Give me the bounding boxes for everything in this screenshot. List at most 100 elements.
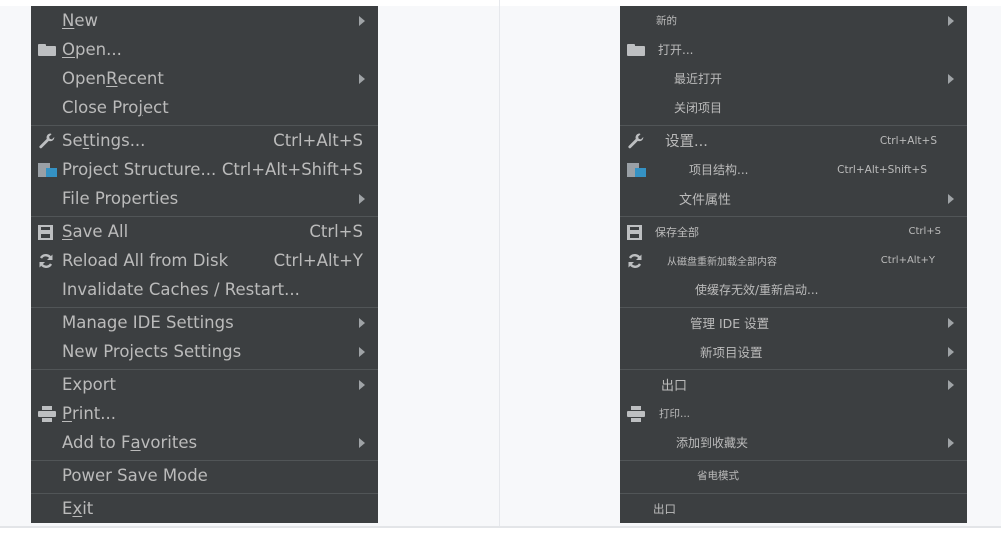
menu-item-reload-label: Reload All from Disk — [62, 251, 229, 270]
menu-item-print-label: Print... — [62, 404, 116, 423]
reload-icon — [38, 253, 54, 273]
menu-item-new[interactable]: New — [31, 6, 378, 35]
save-icon — [38, 224, 53, 240]
menu-item-close-project-label: Close Pro j ect — [62, 98, 169, 117]
menu-item-add-to-favorites-zh[interactable]: 添加到收藏夹 — [620, 428, 967, 457]
project-structure-icon — [38, 162, 57, 177]
printer-icon — [38, 405, 56, 422]
folder-icon — [627, 43, 645, 56]
menu-item-invalidate-caches-label: Invalidate Caches / Restart... — [62, 280, 300, 299]
menu-item-project-structure-label: Project Structure... — [62, 160, 217, 179]
shortcut-save-all: Ctrl+S — [309, 222, 363, 241]
menu-item-project-structure[interactable]: Project Structure... Ctrl+Alt+Shift+S — [31, 155, 378, 184]
menu-item-settings-label: Se t tings... — [62, 131, 146, 150]
wrench-icon — [627, 132, 645, 154]
save-icon — [627, 224, 642, 240]
menu-item-power-save-mode-zh[interactable]: 省电模式 — [620, 461, 967, 490]
menu-item-manage-ide-settings-zh[interactable]: 管理 IDE 设置 — [620, 308, 967, 337]
menu-item-power-save-mode-label: Power Save Mode — [62, 466, 208, 485]
chevron-right-icon — [359, 379, 365, 390]
menu-item-export-zh[interactable]: 出口 — [620, 370, 967, 399]
menu-item-save-all-zh[interactable]: 保存全部 Ctrl+S — [620, 217, 967, 246]
project-structure-icon — [627, 162, 646, 177]
menu-item-close-project[interactable]: Close Pro j ect — [31, 93, 378, 122]
shortcut-save-all-zh: Ctrl+S — [908, 226, 941, 237]
menu-item-new-zh-label: 新的 — [656, 15, 677, 27]
chevron-right-icon — [359, 437, 365, 448]
menu-item-open-recent-label: Open Recent — [62, 69, 164, 88]
chevron-right-icon — [948, 73, 954, 84]
menu-item-open-zh[interactable]: 打开... — [620, 35, 967, 64]
menu-item-open-label: Open... — [62, 40, 122, 59]
menu-item-project-structure-zh-label: 项目结构... — [689, 163, 749, 177]
folder-icon — [38, 43, 56, 56]
chevron-right-icon — [948, 193, 954, 204]
menu-item-add-to-favorites-label: Add to Fa vorites — [62, 433, 198, 452]
menu-item-print[interactable]: Print... — [31, 399, 378, 428]
menu-item-invalidate-caches[interactable]: Invalidate Caches / Restart... — [31, 275, 378, 304]
menu-item-exit-zh-label: 出口 — [653, 501, 676, 516]
chevron-right-icon — [359, 317, 365, 328]
shortcut-project-structure: Ctrl+Alt+Shift+S — [221, 160, 363, 179]
menu-item-invalidate-caches-zh[interactable]: 使缓存无效/重新启动... — [620, 275, 967, 304]
menu-item-open-recent[interactable]: Open Recent — [31, 64, 378, 93]
shortcut-reload-zh: Ctrl+Alt+Y — [880, 255, 935, 266]
menu-item-export-zh-label: 出口 — [661, 379, 688, 394]
bottom-rule — [0, 526, 1001, 528]
menu-item-file-properties-zh-label: 文件属性 — [679, 193, 732, 208]
chevron-right-icon — [948, 15, 954, 26]
chevron-right-icon — [359, 15, 365, 26]
chevron-right-icon — [359, 346, 365, 357]
shortcut-project-structure-zh: Ctrl+Alt+Shift+S — [837, 163, 927, 176]
menu-item-exit[interactable]: Ex it — [31, 494, 378, 523]
printer-icon — [627, 405, 645, 422]
menu-item-export[interactable]: Export — [31, 370, 378, 399]
file-menu-chinese: 新的 打开... 最近打开 关闭项目 设置... Ctrl+Alt+S 项目结构… — [620, 6, 967, 523]
menu-item-settings-zh[interactable]: 设置... Ctrl+Alt+S — [620, 126, 967, 155]
menu-item-reload[interactable]: Reload All from Disk Ctrl+Alt+Y — [31, 246, 378, 275]
menu-item-new-projects-settings-zh[interactable]: 新项目设置 — [620, 337, 967, 366]
menu-item-exit-label: Ex it — [62, 499, 94, 518]
menu-item-export-label: Export — [62, 375, 117, 394]
menu-item-new-zh[interactable]: 新的 — [620, 6, 967, 35]
menu-item-file-properties[interactable]: File Properties — [31, 184, 378, 213]
menu-item-add-to-favorites[interactable]: Add to Fa vorites — [31, 428, 378, 457]
menu-item-reload-zh[interactable]: 从磁盘重新加载全部内容 Ctrl+Alt+Y — [620, 246, 967, 275]
menu-item-manage-ide-settings-label: Manage IDE Settings — [62, 313, 234, 332]
chevron-right-icon — [359, 73, 365, 84]
file-menu-english: New Open... Open Recent Close Pro j ect Se… — [31, 6, 378, 523]
menu-item-save-all-label: Save All — [62, 222, 129, 241]
menu-item-close-project-zh[interactable]: 关闭项目 — [620, 93, 967, 122]
menu-item-open[interactable]: Open... — [31, 35, 378, 64]
menu-item-new-label: New — [62, 11, 98, 30]
shortcut-reload: Ctrl+Alt+Y — [273, 251, 363, 270]
menu-item-power-save-mode-zh-label: 省电模式 — [697, 470, 739, 482]
menu-item-open-recent-zh[interactable]: 最近打开 — [620, 64, 967, 93]
menu-item-invalidate-caches-zh-label: 使缓存无效/重新启动... — [695, 283, 819, 297]
menu-item-settings[interactable]: Se t tings... Ctrl+Alt+S — [31, 126, 378, 155]
menu-item-exit-zh[interactable]: 出口 — [620, 494, 967, 523]
chevron-right-icon — [948, 437, 954, 448]
panel-divider — [499, 0, 500, 528]
shortcut-settings: Ctrl+Alt+S — [273, 131, 363, 150]
menu-item-open-zh-label: 打开... — [658, 43, 694, 57]
menu-item-new-projects-settings-zh-label: 新项目设置 — [700, 345, 763, 360]
menu-item-close-project-zh-label: 关闭项目 — [674, 101, 723, 115]
shortcut-settings-zh: Ctrl+Alt+S — [879, 134, 937, 147]
menu-item-new-projects-settings-label: New Projects Settings — [62, 342, 242, 361]
menu-item-power-save-mode[interactable]: Power Save Mode — [31, 461, 378, 490]
menu-item-file-properties-label: File Properties — [62, 189, 179, 208]
menu-item-print-zh[interactable]: 打印... — [620, 399, 967, 428]
chevron-right-icon — [948, 379, 954, 390]
menu-item-project-structure-zh[interactable]: 项目结构... Ctrl+Alt+Shift+S — [620, 155, 967, 184]
wrench-icon — [38, 132, 56, 154]
menu-item-add-to-favorites-zh-label: 添加到收藏夹 — [676, 436, 749, 450]
chevron-right-icon — [359, 193, 365, 204]
menu-item-save-all-zh-label: 保存全部 — [655, 225, 699, 239]
menu-item-save-all[interactable]: Save All Ctrl+S — [31, 217, 378, 246]
menu-item-settings-zh-label: 设置... — [665, 134, 708, 150]
menu-item-new-projects-settings[interactable]: New Projects Settings — [31, 337, 378, 366]
menu-item-file-properties-zh[interactable]: 文件属性 — [620, 184, 967, 213]
reload-icon — [627, 253, 643, 273]
menu-item-manage-ide-settings[interactable]: Manage IDE Settings — [31, 308, 378, 337]
